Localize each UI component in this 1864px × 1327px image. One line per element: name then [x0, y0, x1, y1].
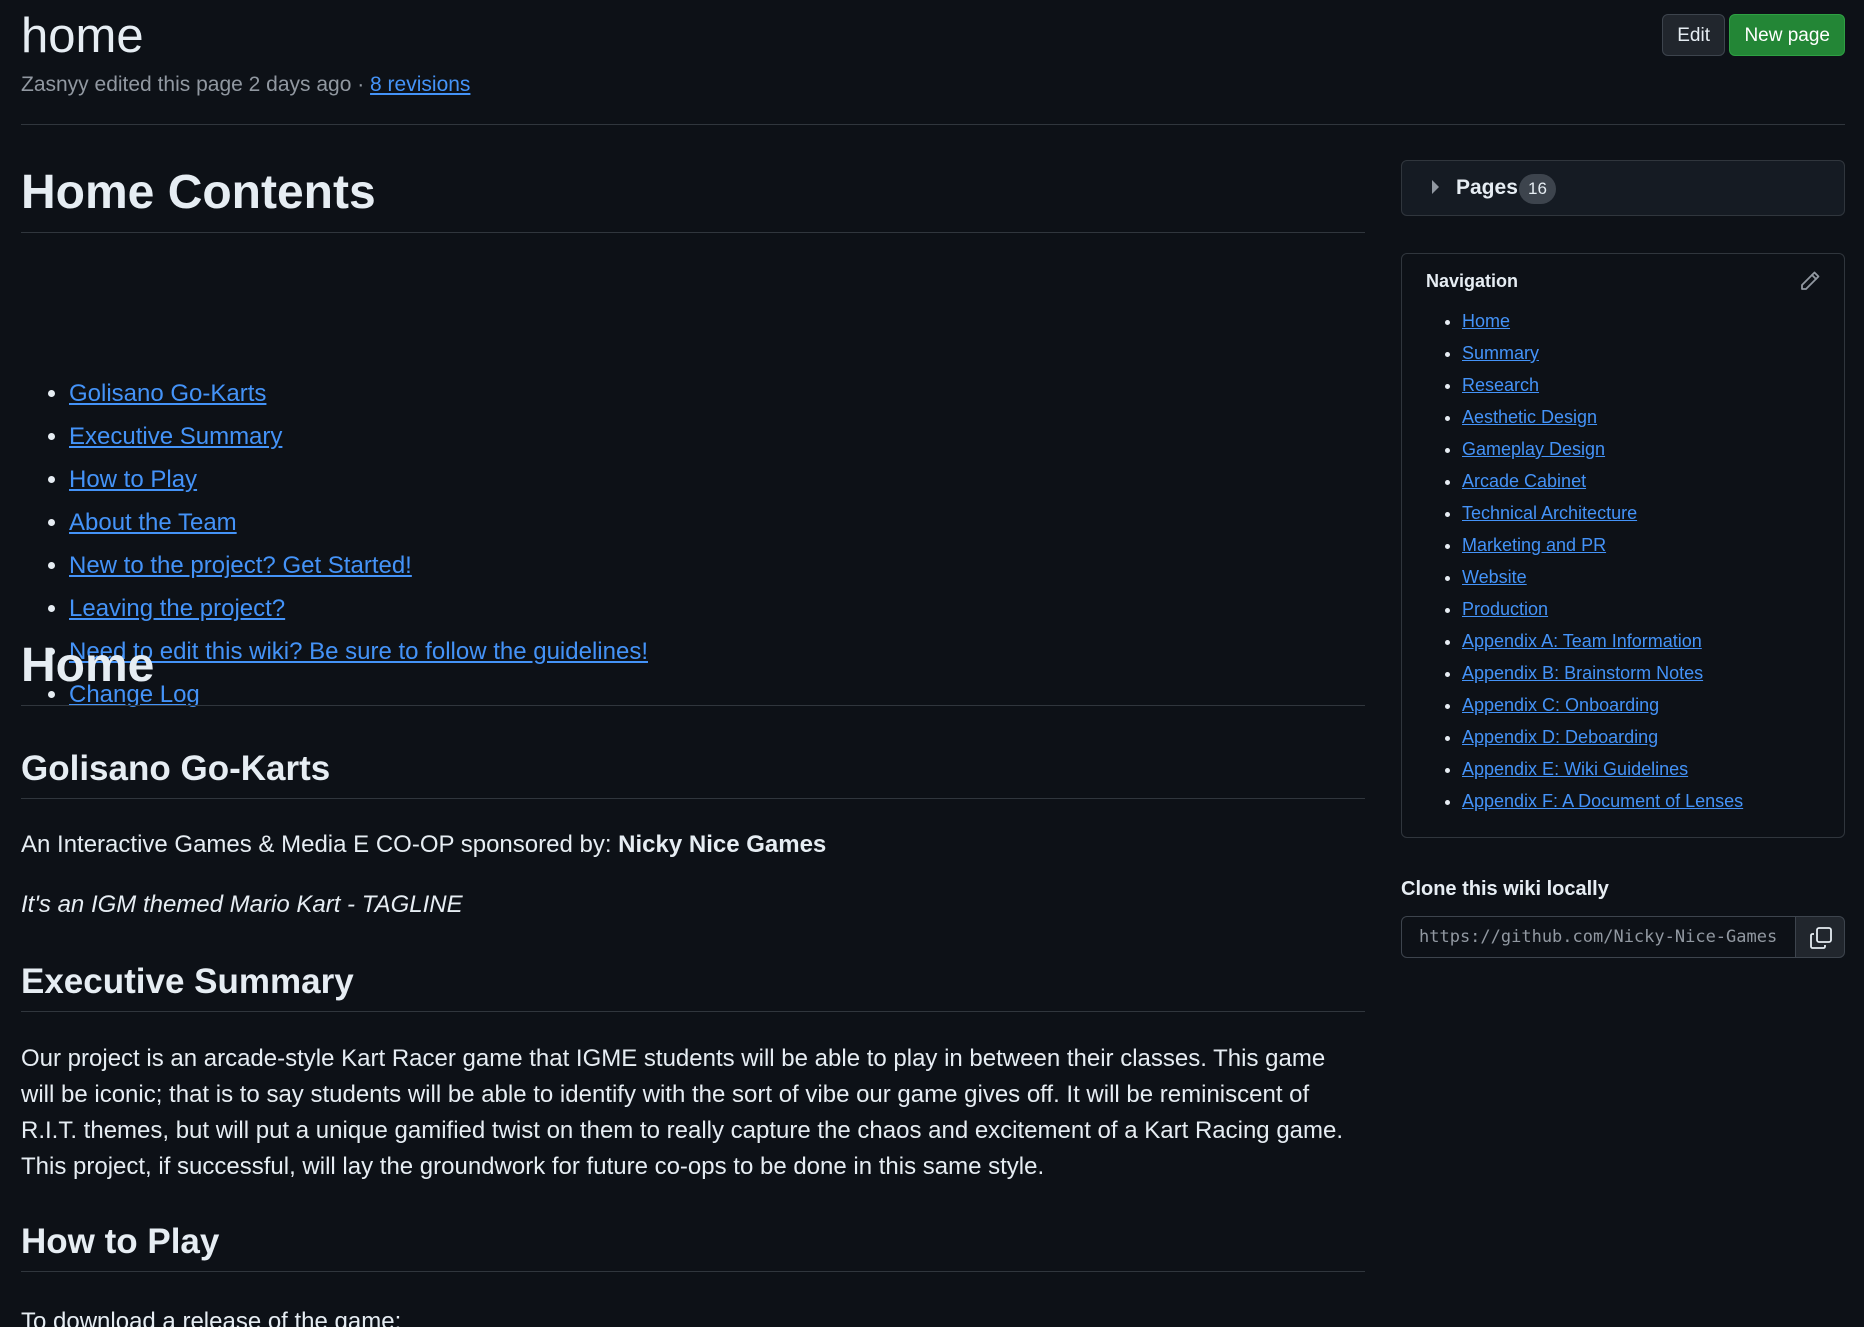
toc-link[interactable]: Golisano Go-Karts	[69, 380, 266, 407]
nav-link[interactable]: Website	[1462, 567, 1527, 587]
triangle-right-icon	[1432, 180, 1439, 194]
sponsor-text: An Interactive Games & Media E CO-OP spo…	[21, 831, 619, 858]
nav-link[interactable]: Production	[1462, 599, 1548, 619]
nav-item: Appendix A: Team Information	[1462, 629, 1743, 661]
toc-item: Leaving the project?	[69, 594, 648, 637]
how-to-play-heading: How to Play	[21, 1221, 1365, 1272]
nav-item: Appendix F: A Document of Lenses	[1462, 789, 1743, 821]
navigation-title: Navigation	[1426, 271, 1519, 291]
toc-item: About the Team	[69, 508, 648, 551]
nav-item: Technical Architecture	[1462, 501, 1743, 533]
toc-item: Golisano Go-Karts	[69, 379, 648, 422]
toc-link[interactable]: How to Play	[69, 466, 197, 493]
nav-link[interactable]: Gameplay Design	[1462, 439, 1605, 459]
nav-link[interactable]: Aesthetic Design	[1462, 407, 1597, 427]
sponsor-paragraph: An Interactive Games & Media E CO-OP spo…	[21, 831, 826, 859]
nav-item: Appendix D: Deboarding	[1462, 725, 1743, 757]
nav-item: Summary	[1462, 341, 1743, 373]
nav-link[interactable]: Technical Architecture	[1462, 503, 1637, 523]
navigation-box: Navigation Home Summary Research Aesthet…	[1401, 253, 1845, 838]
toc-link[interactable]: New to the project? Get Started!	[69, 552, 412, 579]
edit-button[interactable]: Edit	[1662, 14, 1725, 56]
contents-heading: Home Contents	[21, 164, 1365, 233]
toc-link[interactable]: About the Team	[69, 509, 237, 536]
clone-url-input[interactable]	[1401, 916, 1796, 958]
toc-link[interactable]: Executive Summary	[69, 423, 282, 450]
nav-item: Appendix B: Brainstorm Notes	[1462, 661, 1743, 693]
copy-icon	[1810, 927, 1832, 949]
nav-link[interactable]: Research	[1462, 375, 1539, 395]
nav-item: Research	[1462, 373, 1743, 405]
nav-item: Home	[1462, 309, 1743, 341]
copy-button[interactable]	[1795, 916, 1845, 958]
nav-link[interactable]: Marketing and PR	[1462, 535, 1606, 555]
toc-link[interactable]: Leaving the project?	[69, 595, 285, 622]
nav-link[interactable]: Arcade Cabinet	[1462, 471, 1586, 491]
pages-toggle[interactable]: Pages 16	[1401, 160, 1845, 216]
wiki-page: home Zasnyy edited this page 2 days ago …	[0, 0, 1864, 1327]
golisano-heading: Golisano Go-Karts	[21, 748, 1365, 799]
nav-link[interactable]: Appendix A: Team Information	[1462, 631, 1702, 651]
nav-link[interactable]: Appendix E: Wiki Guidelines	[1462, 759, 1688, 779]
page-header: home Zasnyy edited this page 2 days ago …	[21, 0, 1845, 125]
nav-link[interactable]: Home	[1462, 311, 1510, 331]
nav-item: Appendix C: Onboarding	[1462, 693, 1743, 725]
sponsor-name: Nicky Nice Games	[618, 831, 827, 858]
nav-item: Website	[1462, 565, 1743, 597]
toc-item: Executive Summary	[69, 422, 648, 465]
pencil-icon[interactable]	[1798, 269, 1822, 293]
clone-title: Clone this wiki locally	[1401, 878, 1609, 900]
toc-item: How to Play	[69, 465, 648, 508]
pages-count-badge: 16	[1519, 174, 1556, 204]
edit-info: Zasnyy edited this page 2 days ago ·	[21, 73, 371, 96]
nav-link[interactable]: Appendix D: Deboarding	[1462, 727, 1658, 747]
navigation-list: Home Summary Research Aesthetic Design G…	[1402, 309, 1743, 821]
home-heading: Home	[21, 637, 1365, 706]
tagline: It's an IGM themed Mario Kart - TAGLINE	[21, 891, 463, 918]
nav-item: Appendix E: Wiki Guidelines	[1462, 757, 1743, 789]
revisions-link[interactable]: 8 revisions	[370, 73, 470, 96]
new-page-button[interactable]: New page	[1729, 14, 1845, 56]
nav-item: Production	[1462, 597, 1743, 629]
nav-item: Gameplay Design	[1462, 437, 1743, 469]
pages-label: Pages	[1456, 176, 1518, 199]
nav-item: Marketing and PR	[1462, 533, 1743, 565]
nav-link[interactable]: Appendix C: Onboarding	[1462, 695, 1659, 715]
wiki-content: Home Contents Golisano Go-Karts Executiv…	[21, 124, 1365, 1327]
page-title: home	[21, 9, 144, 63]
download-instructions: To download a release of the game:	[21, 1308, 402, 1327]
executive-summary-heading: Executive Summary	[21, 961, 1365, 1012]
nav-link[interactable]: Appendix F: A Document of Lenses	[1462, 791, 1743, 811]
toc-item: New to the project? Get Started!	[69, 551, 648, 594]
nav-link[interactable]: Summary	[1462, 343, 1539, 363]
page-meta: Zasnyy edited this page 2 days ago · 8 r…	[21, 73, 470, 97]
nav-item: Aesthetic Design	[1462, 405, 1743, 437]
nav-item: Arcade Cabinet	[1462, 469, 1743, 501]
nav-link[interactable]: Appendix B: Brainstorm Notes	[1462, 663, 1703, 683]
executive-summary-body: Our project is an arcade-style Kart Race…	[21, 1045, 1344, 1180]
